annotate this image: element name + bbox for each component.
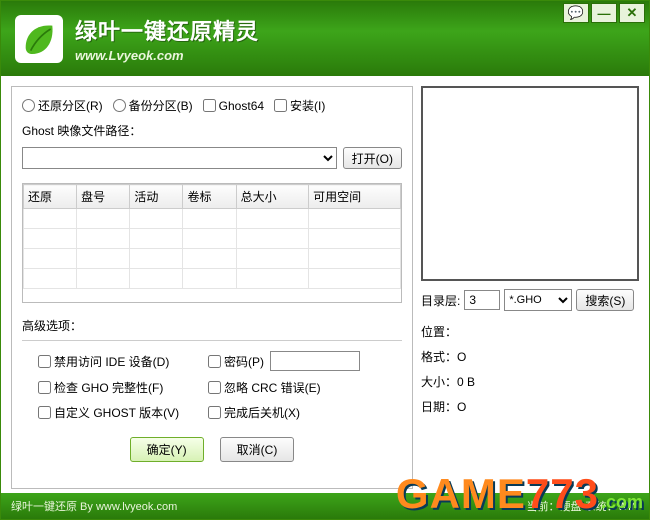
search-button[interactable]: 搜索(S) [576, 289, 634, 311]
mode-row: 还原分区(R) 备份分区(B) Ghost64 安装(I) [22, 97, 402, 114]
dir-level-spinner[interactable]: 3 [464, 290, 500, 310]
col-free[interactable]: 可用空间 [309, 185, 401, 209]
content-area: 还原分区(R) 备份分区(B) Ghost64 安装(I) Ghost 映像文件… [1, 76, 649, 493]
header: 绿叶一键还原精灵 www.Lvyeok.com 💬 — ✕ [1, 1, 649, 76]
app-window: 绿叶一键还原精灵 www.Lvyeok.com 💬 — ✕ 还原分区(R) 备份… [0, 0, 650, 520]
leaf-icon [19, 19, 59, 59]
fmt-label: 格式： [421, 350, 457, 364]
col-disk[interactable]: 盘号 [77, 185, 130, 209]
cancel-button[interactable]: 取消(C) [220, 437, 295, 462]
table-row[interactable] [24, 209, 401, 229]
size-label: 大小： [421, 375, 457, 389]
path-label: Ghost 映像文件路径： [22, 122, 402, 139]
table-row[interactable] [24, 229, 401, 249]
drive-table[interactable]: 还原 盘号 活动 卷标 总大小 可用空间 [22, 183, 402, 303]
left-panel: 还原分区(R) 备份分区(B) Ghost64 安装(I) Ghost 映像文件… [11, 86, 413, 489]
col-label[interactable]: 卷标 [183, 185, 236, 209]
footer-right: 当前：硬盘 系统：WIN [527, 498, 639, 514]
dir-level-label: 目录层: [421, 292, 460, 309]
col-active[interactable]: 活动 [130, 185, 183, 209]
opt-password[interactable]: 密码(P) [208, 353, 264, 370]
opt-shutdown[interactable]: 完成后关机(X) [208, 404, 396, 421]
mode-restore[interactable]: 还原分区(R) [22, 97, 103, 114]
opt-check-gho[interactable]: 检查 GHO 完整性(F) [38, 379, 198, 396]
table-row[interactable] [24, 249, 401, 269]
mode-install[interactable]: 安装(I) [274, 97, 325, 114]
password-input[interactable] [270, 351, 360, 371]
pos-label: 位置： [421, 325, 457, 339]
mode-ghost64[interactable]: Ghost64 [203, 99, 264, 113]
action-row: 确定(Y) 取消(C) [22, 437, 402, 462]
footer-left: 绿叶一键还原 By www.lvyeok.com [11, 498, 177, 514]
app-title: 绿叶一键还原精灵 [75, 14, 259, 46]
app-logo [15, 15, 63, 63]
open-button[interactable]: 打开(O) [343, 147, 402, 169]
advanced-label: 高级选项： [22, 317, 402, 334]
date-value: O [457, 400, 466, 414]
ok-button[interactable]: 确定(Y) [130, 437, 204, 462]
right-panel: 目录层: 3 *.GHO 搜索(S) 位置： 格式：O 大小：0 B 日期：O [421, 86, 639, 489]
preview-box [421, 86, 639, 281]
advanced-box: 禁用访问 IDE 设备(D) 密码(P) 检查 GHO 完整性(F) 忽略 CR… [22, 340, 402, 421]
col-total[interactable]: 总大小 [236, 185, 308, 209]
opt-custom-ghost[interactable]: 自定义 GHOST 版本(V) [38, 404, 198, 421]
opt-disable-ide[interactable]: 禁用访问 IDE 设备(D) [38, 353, 198, 370]
filter-combo[interactable]: *.GHO [504, 289, 572, 311]
table-row[interactable] [24, 269, 401, 289]
status-bar: 绿叶一键还原 By www.lvyeok.com 当前：硬盘 系统：WIN [1, 493, 649, 519]
close-button[interactable]: ✕ [619, 3, 645, 23]
ghost-path-combo[interactable] [22, 147, 337, 169]
app-url: www.Lvyeok.com [75, 48, 259, 63]
mode-backup[interactable]: 备份分区(B) [113, 97, 193, 114]
size-value: 0 B [457, 375, 475, 389]
col-restore[interactable]: 还原 [24, 185, 77, 209]
feedback-button[interactable]: 💬 [563, 3, 589, 23]
fmt-value: O [457, 350, 466, 364]
date-label: 日期： [421, 400, 457, 414]
minimize-button[interactable]: — [591, 3, 617, 23]
opt-ignore-crc[interactable]: 忽略 CRC 错误(E) [208, 379, 396, 396]
